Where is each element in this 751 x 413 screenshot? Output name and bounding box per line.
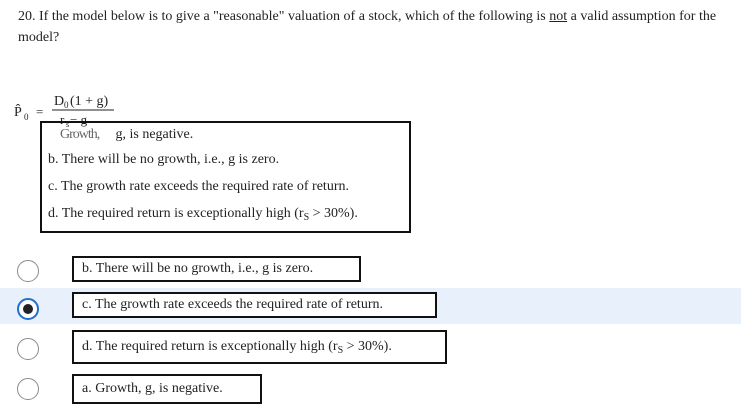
question-prefix: 20. If the model below is to give a "rea… (18, 9, 550, 24)
formula-numerator-d: D (54, 94, 64, 109)
stem-choice-a-visible-text: g, is negative. (112, 127, 194, 142)
stem-choice-a-partial: Growth, g, is negative. (60, 126, 193, 144)
formula-lhs-sub: 0 (24, 112, 29, 122)
formula-numerator-rest: (1 + g) (70, 94, 109, 109)
stem-choice-d-prefix: d. The required return is exceptionally … (48, 206, 304, 221)
answer-option-d-prefix: d. The required return is exceptionally … (82, 339, 338, 354)
formula-numerator-d-sub: 0 (64, 100, 69, 110)
radio-button-selected[interactable] (17, 298, 39, 320)
answer-row-4[interactable]: a. Growth, g, is negative. (0, 370, 741, 406)
answer-row-2-selected[interactable]: c. The growth rate exceeds the required … (0, 288, 741, 324)
formula-lhs: P̂ (14, 103, 22, 120)
stem-choice-c: c. The growth rate exceeds the required … (48, 179, 349, 194)
formula-equals: = (36, 104, 43, 119)
answer-option-label[interactable]: d. The required return is exceptionally … (72, 330, 447, 364)
stem-choice-d-suffix: > 30%). (309, 206, 358, 221)
stem-choice-b: b. There will be no growth, i.e., g is z… (48, 152, 280, 167)
radio-button[interactable] (17, 260, 39, 282)
answer-option-label[interactable]: b. There will be no growth, i.e., g is z… (72, 256, 361, 282)
stem-choice-d-sub: S (303, 212, 310, 223)
question-text: 20. If the model below is to give a "rea… (18, 6, 743, 48)
stem-choice-a-hidden-text: Growth, (60, 127, 100, 142)
radio-button[interactable] (17, 338, 39, 360)
stem-choice-d: d. The required return is exceptionally … (48, 205, 358, 224)
answer-option-d-suffix: > 30%). (343, 339, 392, 354)
answer-option-label[interactable]: c. The growth rate exceeds the required … (72, 292, 437, 318)
answer-row-1[interactable]: b. There will be no growth, i.e., g is z… (0, 252, 741, 288)
answer-option-d-sub: S (337, 345, 344, 356)
question-emphasis: not (549, 9, 568, 24)
radio-button[interactable] (17, 378, 39, 400)
answer-row-3[interactable]: d. The required return is exceptionally … (0, 328, 741, 364)
answer-option-label[interactable]: a. Growth, g, is negative. (72, 374, 262, 404)
